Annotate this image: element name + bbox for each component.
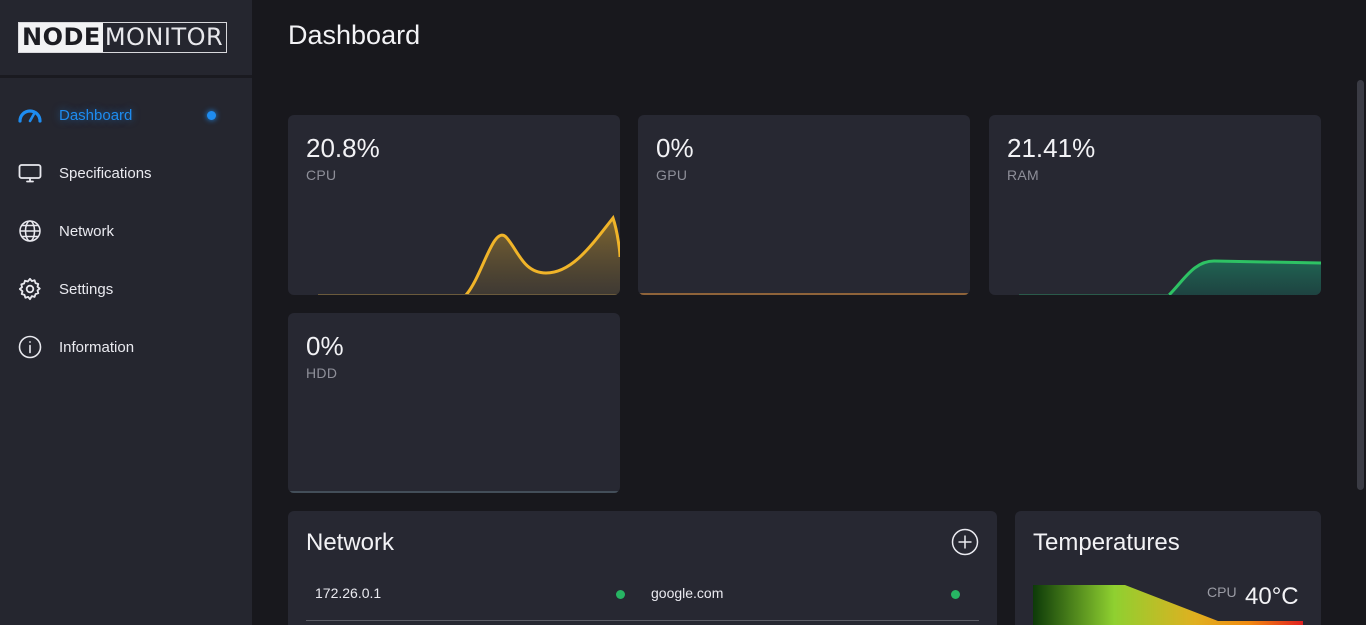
sidebar-item-label: Network [59, 222, 115, 240]
sidebar-item-dashboard[interactable]: Dashboard [0, 86, 252, 144]
sidebar-item-settings[interactable]: Settings [0, 260, 252, 318]
temperatures-card: Temperatures CPU 40°C [1015, 511, 1321, 625]
cpu-label: CPU [306, 167, 337, 183]
gauge-icon [18, 103, 42, 127]
sidebar-item-information[interactable]: Information [0, 318, 252, 376]
sidebar-item-label: Dashboard [59, 106, 133, 124]
sidebar-item-network[interactable]: Network [0, 202, 252, 260]
monitor-icon [18, 161, 42, 185]
network-card: Network 172.26.0.1 google.com [288, 511, 997, 625]
page-title: Dashboard [288, 20, 421, 50]
stat-card-gpu: 0% GPU [638, 115, 970, 295]
stat-card-cpu: 20.8% CPU [288, 115, 620, 295]
host-status-dot [616, 590, 625, 599]
sidebar: NODE MONITOR Dashboard Specifications Ne… [0, 0, 252, 625]
logo-area: NODE MONITOR [0, 0, 252, 78]
hdd-value: 0% [306, 331, 344, 361]
app-logo[interactable]: NODE MONITOR [18, 22, 228, 53]
logo-node-text: NODE [19, 23, 103, 52]
plus-circle-icon [951, 528, 979, 556]
temp-sensor-label: CPU [1207, 584, 1237, 600]
info-icon [18, 335, 42, 359]
network-host-row: 172.26.0.1 google.com [306, 575, 979, 621]
gear-icon [18, 277, 42, 301]
temperatures-title: Temperatures [1033, 529, 1180, 556]
host-name[interactable]: 172.26.0.1 [315, 585, 381, 601]
sidebar-item-label: Information [59, 338, 135, 356]
add-host-button[interactable] [951, 528, 979, 556]
gpu-value: 0% [656, 133, 694, 163]
main-scrollbar[interactable] [1357, 80, 1364, 490]
host-name[interactable]: google.com [651, 585, 723, 601]
stat-card-hdd: 0% HDD [288, 313, 620, 493]
network-title: Network [306, 529, 395, 556]
sidebar-item-specifications[interactable]: Specifications [0, 144, 252, 202]
cpu-value: 20.8% [306, 133, 380, 163]
stat-card-ram: 21.41% RAM [989, 115, 1321, 295]
ram-label: RAM [1007, 167, 1040, 183]
gpu-label: GPU [656, 167, 688, 183]
logo-monitor-text: MONITOR [104, 23, 224, 51]
sidebar-nav: Dashboard Specifications Network Setting… [0, 86, 252, 376]
ram-value: 21.41% [1007, 133, 1096, 163]
hdd-label: HDD [306, 365, 338, 381]
sidebar-item-label: Specifications [59, 164, 152, 182]
active-indicator-dot [207, 110, 216, 120]
sidebar-item-label: Settings [59, 280, 114, 298]
host-status-dot [951, 590, 960, 599]
temp-value: 40°C [1245, 583, 1299, 610]
globe-icon [18, 219, 42, 243]
